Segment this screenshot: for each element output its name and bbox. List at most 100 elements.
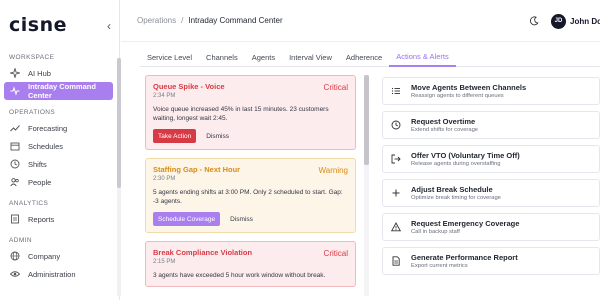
action-description: Optimize break timing for coverage [411, 195, 501, 201]
clock-icon [10, 159, 20, 169]
warning-icon [391, 222, 401, 232]
alert-card: Queue Spike - Voice Critical 2:34 PM Voi… [145, 75, 356, 150]
sidebar-item-shifts[interactable]: Shifts [4, 155, 113, 173]
sidebar-item-label: Administration [28, 269, 76, 279]
tab-service-level[interactable]: Service Level [140, 47, 199, 67]
action-adjust-break-schedule[interactable]: Adjust Break Schedule Optimize break tim… [382, 179, 600, 207]
sidebar-item-reports[interactable]: Reports [4, 210, 113, 228]
action-move-agents[interactable]: Move Agents Between Channels Reassign ag… [382, 77, 600, 105]
sidebar-item-intraday-command-center[interactable]: Intraday Command Center [4, 82, 113, 100]
alert-time: 2:30 PM [153, 176, 176, 182]
breadcrumb-current: Intraday Command Center [188, 16, 283, 25]
collapse-sidebar-button[interactable]: ‹ [107, 20, 111, 32]
sidebar-scrollbar[interactable] [117, 58, 121, 296]
sidebar-item-forecasting[interactable]: Forecasting [4, 119, 113, 137]
alert-actions: Take Action Dismiss [153, 129, 348, 143]
action-description: Export current metrics [411, 263, 468, 269]
take-action-button[interactable]: Take Action [153, 129, 197, 143]
user-name[interactable]: John Doe [570, 17, 600, 26]
alert-time: 2:15 PM [153, 259, 176, 265]
tab-actions-alerts[interactable]: Actions & Alerts [389, 47, 456, 67]
section-label-operations: OPERATIONS [9, 109, 56, 116]
alert-message: 3 agents have exceeded 5 hour work windo… [153, 272, 326, 279]
header-right: JD John Doe [527, 0, 600, 42]
action-title: Move Agents Between Channels [411, 83, 527, 92]
moon-icon [529, 16, 539, 26]
sidebar-item-people[interactable]: People [4, 173, 113, 191]
action-description: Reassign agents to different queues [411, 93, 504, 99]
sidebar-item-schedules[interactable]: Schedules [4, 137, 113, 155]
people-icon [10, 177, 20, 187]
logout-icon [391, 154, 401, 164]
quick-actions-list: Move Agents Between Channels Reassign ag… [382, 77, 600, 281]
calendar-icon [10, 141, 20, 151]
section-label-admin: ADMIN [9, 237, 32, 244]
alert-message: 5 agents ending shifts at 3:00 PM. Only … [153, 189, 343, 205]
report-icon [10, 214, 20, 224]
sparkle-icon [10, 68, 20, 78]
alert-message: Voice queue increased 45% in last 15 min… [153, 106, 329, 122]
sidebar-item-label: Shifts [28, 159, 47, 169]
severity-badge: Critical [323, 83, 348, 92]
avatar[interactable]: JD [551, 13, 566, 29]
sidebar-item-label: Company [28, 251, 61, 261]
building-icon [10, 251, 20, 261]
alert-title: Queue Spike - Voice [153, 82, 225, 91]
logo-row: cisne ‹ [0, 0, 119, 50]
alert-card: Staffing Gap - Next Hour Warning 2:30 PM… [145, 158, 356, 233]
action-description: Release agents during overstaffing [411, 161, 501, 167]
tab-interval-view[interactable]: Interval View [282, 47, 339, 67]
alert-time: 2:34 PM [153, 93, 176, 99]
sidebar-item-ai-hub[interactable]: AI Hub [4, 64, 113, 82]
alerts-list: Queue Spike - Voice Critical 2:34 PM Voi… [145, 75, 356, 295]
alert-actions: Schedule Coverage Dismiss [153, 212, 348, 226]
sidebar-item-label: Intraday Command Center [28, 82, 96, 100]
logo[interactable]: cisne [9, 14, 67, 36]
action-title: Generate Performance Report [411, 253, 518, 262]
sidebar-item-administration[interactable]: Administration [4, 265, 113, 283]
alerts-scrollbar[interactable] [364, 75, 369, 296]
breadcrumb-separator: / [181, 16, 184, 25]
action-title: Request Emergency Coverage [411, 219, 520, 228]
sidebar-scrollbar-thumb[interactable] [117, 58, 121, 188]
breadcrumb-parent[interactable]: Operations [137, 16, 176, 25]
severity-badge: Critical [323, 249, 348, 258]
sidebar-item-label: Schedules [28, 141, 64, 151]
schedule-coverage-button[interactable]: Schedule Coverage [153, 212, 221, 226]
sidebar-item-label: Forecasting [28, 123, 68, 133]
document-icon [391, 256, 401, 266]
tab-adherence[interactable]: Adherence [339, 47, 389, 67]
action-description: Extend shifts for coverage [411, 127, 479, 133]
dismiss-button[interactable]: Dismiss [206, 133, 229, 140]
sidebar-item-label: AI Hub [28, 68, 51, 78]
breadcrumb: Operations / Intraday Command Center [121, 16, 283, 25]
clock-icon [391, 120, 401, 130]
tab-bar: Service Level Channels Agents Interval V… [140, 47, 600, 67]
trend-icon [10, 123, 20, 133]
section-label-analytics: ANALYTICS [9, 200, 49, 207]
sidebar-item-label: Reports [28, 214, 55, 224]
severity-badge: Warning [318, 166, 349, 175]
sidebar-item-company[interactable]: Company [4, 247, 113, 265]
alert-card: Break Compliance Violation Critical 2:15… [145, 241, 356, 287]
alerts-scrollbar-thumb[interactable] [364, 75, 369, 165]
tab-agents[interactable]: Agents [245, 47, 282, 67]
action-description: Call in backup staff [411, 229, 460, 235]
action-title: Request Overtime [411, 117, 476, 126]
pulse-icon [10, 86, 20, 96]
section-label-workspace: WORKSPACE [9, 54, 55, 61]
tab-channels[interactable]: Channels [199, 47, 245, 67]
action-request-overtime[interactable]: Request Overtime Extend shifts for cover… [382, 111, 600, 139]
action-offer-vto[interactable]: Offer VTO (Voluntary Time Off) Release a… [382, 145, 600, 173]
sidebar-item-label: People [28, 177, 52, 187]
theme-toggle-button[interactable] [527, 14, 541, 28]
eye-icon [10, 269, 20, 279]
dismiss-button[interactable]: Dismiss [230, 216, 253, 223]
action-generate-performance-report[interactable]: Generate Performance Report Export curre… [382, 247, 600, 275]
top-header: Operations / Intraday Command Center JD … [121, 0, 600, 42]
plus-icon [391, 188, 401, 198]
list-icon [391, 86, 401, 96]
alert-title: Break Compliance Violation [153, 248, 253, 257]
action-title: Adjust Break Schedule [411, 185, 493, 194]
action-request-emergency-coverage[interactable]: Request Emergency Coverage Call in backu… [382, 213, 600, 241]
